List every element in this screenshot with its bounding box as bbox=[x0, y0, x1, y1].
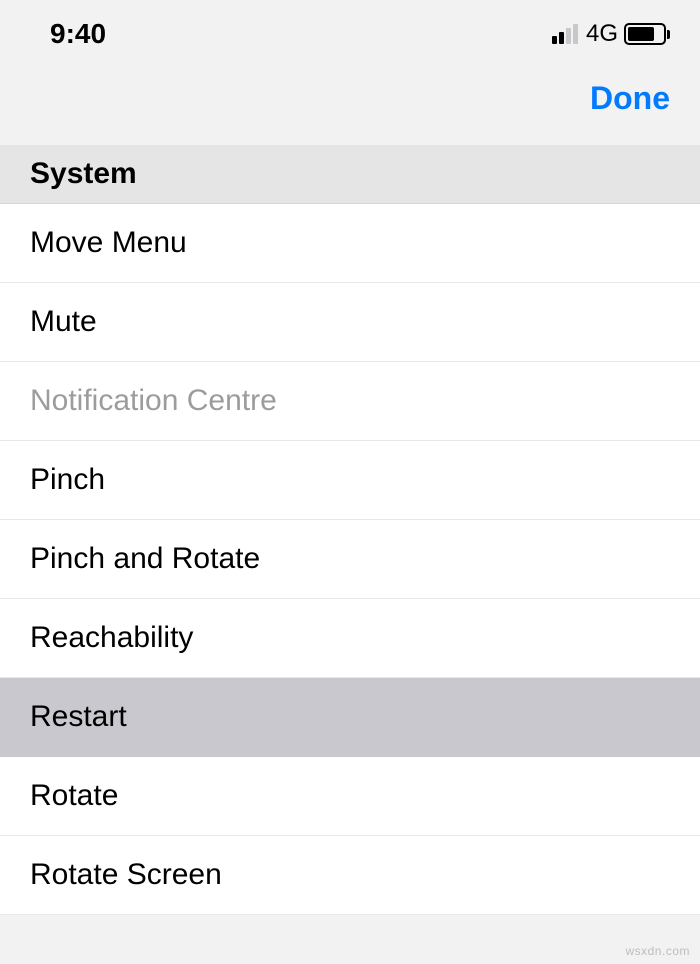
network-label: 4G bbox=[586, 20, 618, 48]
list-item-rotate-screen[interactable]: Rotate Screen bbox=[0, 836, 700, 915]
list-item-pinch-and-rotate[interactable]: Pinch and Rotate bbox=[0, 520, 700, 599]
nav-bar: Done bbox=[0, 60, 700, 145]
list-item-notification-centre: Notification Centre bbox=[0, 362, 700, 441]
status-time: 9:40 bbox=[50, 18, 106, 50]
list-item-mute[interactable]: Mute bbox=[0, 283, 700, 362]
signal-icon bbox=[552, 24, 578, 44]
system-list: Move Menu Mute Notification Centre Pinch… bbox=[0, 204, 700, 915]
list-item-reachability[interactable]: Reachability bbox=[0, 599, 700, 678]
status-bar: 9:40 4G bbox=[0, 0, 700, 60]
list-item-pinch[interactable]: Pinch bbox=[0, 441, 700, 520]
section-header-system: System bbox=[0, 145, 700, 204]
list-item-move-menu[interactable]: Move Menu bbox=[0, 204, 700, 283]
list-item-rotate[interactable]: Rotate bbox=[0, 757, 700, 836]
watermark: wsxdn.com bbox=[625, 944, 690, 958]
status-indicators: 4G bbox=[552, 20, 670, 48]
list-item-restart[interactable]: Restart bbox=[0, 678, 700, 757]
done-button[interactable]: Done bbox=[590, 80, 670, 117]
battery-icon bbox=[624, 23, 670, 45]
